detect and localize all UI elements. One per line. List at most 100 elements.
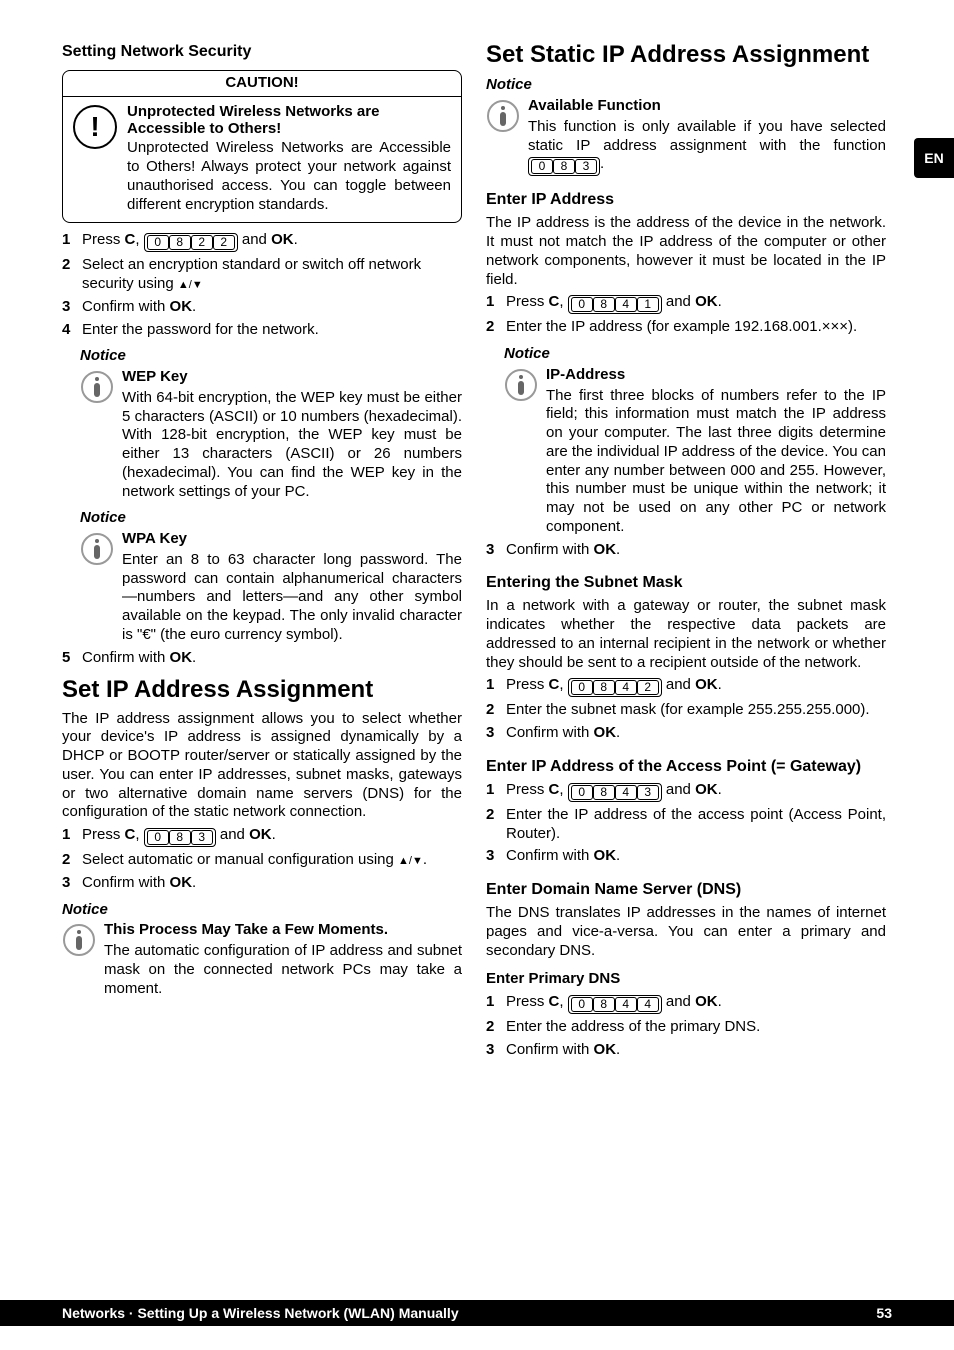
info-icon	[486, 99, 520, 133]
keypad-0822: 0822	[144, 233, 238, 252]
text: Enter the address of the primary DNS.	[506, 1018, 886, 1037]
text: .	[718, 781, 722, 798]
step-gw-2: 2 Enter the IP address of the access poi…	[486, 806, 886, 844]
text: Confirm with	[82, 298, 170, 315]
heading-set-ip-address-assignment: Set IP Address Assignment	[62, 677, 462, 703]
step-sub-3: 3 Confirm with OK.	[486, 724, 886, 743]
text: Press	[506, 293, 549, 310]
text: .	[616, 724, 620, 741]
footer-left: Networks · Setting Up a Wireless Network…	[62, 1305, 459, 1321]
step-1b: 1 Press C, 083 and OK.	[62, 826, 462, 847]
text: This function is only available if you h…	[528, 118, 886, 154]
step-2: 2 Select an encryption standard or switc…	[62, 256, 462, 294]
arrow-up-down-icon: ▲/▼	[178, 279, 203, 293]
exclamation-icon: !	[73, 105, 117, 149]
key-ok: OK	[249, 826, 272, 843]
text: ,	[135, 826, 143, 843]
key-ok: OK	[170, 298, 193, 315]
key-c: C	[549, 781, 560, 798]
notice-wpa: WPA Key Enter an 8 to 63 character long …	[80, 530, 462, 645]
text: .	[616, 1041, 620, 1058]
notice-process: This Process May Take a Few Moments. The…	[62, 921, 462, 998]
key-c: C	[549, 676, 560, 693]
step-pri-2: 2 Enter the address of the primary DNS.	[486, 1018, 886, 1037]
notice-label: Notice	[80, 509, 462, 528]
keypad-083: 083	[144, 828, 216, 847]
notice-wep: WEP Key With 64-bit encryption, the WEP …	[80, 368, 462, 501]
text: Press	[506, 676, 549, 693]
step-pri-3: 3 Confirm with OK.	[486, 1041, 886, 1060]
notice-label: Notice	[80, 347, 462, 366]
text: .	[192, 649, 196, 666]
notice-title-ipaddress: IP-Address	[546, 366, 886, 385]
text: Confirm with	[82, 874, 170, 891]
notice-label: Notice	[504, 345, 886, 364]
step-gw-1: 1 Press C, 0843 and OK.	[486, 781, 886, 802]
notice-label: Notice	[486, 76, 886, 95]
key-ok: OK	[271, 231, 294, 248]
notice-title-wpa: WPA Key	[122, 530, 462, 549]
info-icon	[62, 923, 96, 957]
text: and	[662, 676, 695, 693]
text: and	[216, 826, 249, 843]
caution-text: Unprotected Wireless Networks are Access…	[127, 139, 451, 214]
text: Press	[506, 781, 549, 798]
key-c: C	[549, 993, 560, 1010]
key-ok: OK	[594, 1041, 617, 1058]
text: Confirm with	[506, 724, 594, 741]
key-c: C	[125, 231, 136, 248]
text: .	[718, 293, 722, 310]
text: .	[718, 993, 722, 1010]
footer: Networks · Setting Up a Wireless Network…	[0, 1300, 954, 1326]
info-icon	[80, 532, 114, 566]
text: ,	[559, 781, 567, 798]
paragraph: In a network with a gateway or router, t…	[486, 597, 886, 672]
text: .	[718, 676, 722, 693]
keypad-0844: 0844	[568, 995, 662, 1014]
heading-dns: Enter Domain Name Server (DNS)	[486, 880, 886, 900]
key-ok: OK	[695, 676, 718, 693]
text: Select an encryption standard or switch …	[82, 256, 421, 292]
notice-title-process: This Process May Take a Few Moments.	[104, 921, 462, 940]
text: and	[662, 993, 695, 1010]
notice-available-function: Available Function This function is only…	[486, 97, 886, 176]
text: .	[272, 826, 276, 843]
text: Select automatic or manual configuration…	[82, 851, 398, 868]
text: Press	[82, 826, 125, 843]
notice-title-available: Available Function	[528, 97, 886, 116]
text: ,	[135, 231, 143, 248]
text: Confirm with	[82, 649, 170, 666]
step-ip-3: 3 Confirm with OK.	[486, 541, 886, 560]
paragraph: The IP address is the address of the dev…	[486, 214, 886, 289]
text: .	[192, 298, 196, 315]
step-4: 4 Enter the password for the network.	[62, 321, 462, 340]
text: and	[662, 293, 695, 310]
notice-text-process: The automatic configuration of IP addres…	[104, 942, 462, 998]
step-ip-2: 2 Enter the IP address (for example 192.…	[486, 318, 886, 337]
text: and	[662, 781, 695, 798]
language-tab: EN	[914, 138, 954, 178]
key-ok: OK	[695, 781, 718, 798]
step-sub-2: 2 Enter the subnet mask (for example 255…	[486, 701, 886, 720]
key-ok: OK	[170, 649, 193, 666]
left-column: Setting Network Security CAUTION! ! Unpr…	[62, 42, 462, 1064]
paragraph: The DNS translates IP addresses in the n…	[486, 904, 886, 960]
page: EN Setting Network Security CAUTION! ! U…	[0, 0, 954, 1350]
arrow-up-down-icon: ▲/▼	[398, 855, 423, 869]
keypad-083: 083	[528, 157, 600, 176]
footer-page-number: 53	[876, 1305, 892, 1321]
key-ok: OK	[594, 724, 617, 741]
keypad-0843: 0843	[568, 783, 662, 802]
heading-subnet: Entering the Subnet Mask	[486, 573, 886, 593]
info-icon	[80, 370, 114, 404]
notice-text-wpa: Enter an 8 to 63 character long password…	[122, 551, 462, 645]
right-column: Set Static IP Address Assignment Notice …	[486, 42, 886, 1064]
caution-box: CAUTION! ! Unprotected Wireless Networks…	[62, 70, 462, 223]
notice-text-wep: With 64-bit encryption, the WEP key must…	[122, 389, 462, 502]
text: ,	[559, 993, 567, 1010]
key-ok: OK	[695, 993, 718, 1010]
text: and	[238, 231, 271, 248]
text: .	[600, 155, 604, 172]
heading-enter-ip: Enter IP Address	[486, 190, 886, 210]
step-2b: 2 Select automatic or manual configurati…	[62, 851, 462, 870]
